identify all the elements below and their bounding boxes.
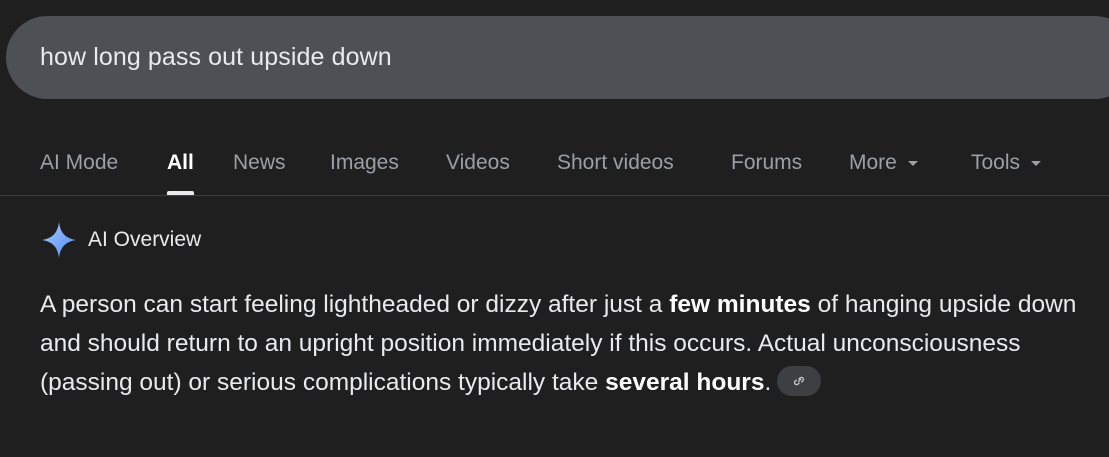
tab-short-videos[interactable]: Short videos (557, 130, 674, 195)
tab-videos[interactable]: Videos (446, 130, 510, 195)
tab-all[interactable]: All (167, 130, 194, 195)
tab-label: Short videos (557, 150, 674, 174)
tab-label: AI Mode (40, 150, 119, 174)
source-link-button[interactable] (777, 365, 822, 396)
tab-ai-mode[interactable]: AI Mode (40, 130, 118, 195)
search-tabs: AI Mode All News Images Videos Short vid… (0, 130, 1109, 196)
chevron-down-icon (1031, 161, 1042, 166)
ai-overview-header: AI Overview (40, 220, 201, 260)
tab-tools[interactable]: Tools (971, 130, 1042, 195)
overview-text-segment: . (764, 369, 772, 396)
ai-overview-title: AI Overview (88, 228, 202, 251)
overview-bold-segment: several hours (605, 369, 765, 396)
tab-forums[interactable]: Forums (731, 130, 802, 195)
search-query-text[interactable]: how long pass out upside down (40, 43, 392, 72)
tab-label: Forums (731, 150, 803, 174)
sparkle-icon (42, 222, 76, 258)
tab-label: More (849, 150, 897, 174)
link-icon (794, 376, 805, 385)
overview-text-segment: A person can start feeling lightheaded o… (40, 291, 670, 318)
tab-news[interactable]: News (233, 130, 286, 195)
tab-more[interactable]: More (849, 130, 918, 195)
tab-label: Videos (446, 150, 510, 174)
tab-label: News (233, 150, 286, 174)
chevron-down-icon (907, 161, 918, 166)
tab-label: Images (330, 150, 399, 174)
search-bar[interactable]: how long pass out upside down (6, 16, 1109, 99)
search-results-page: how long pass out upside down AI Mode Al… (0, 0, 1109, 457)
tab-label: All (167, 150, 194, 174)
ai-overview-text: A person can start feeling lightheaded o… (40, 285, 1080, 402)
tab-label: Tools (971, 150, 1021, 174)
active-tab-indicator (167, 191, 194, 195)
tab-images[interactable]: Images (330, 130, 399, 195)
overview-bold-segment: few minutes (669, 291, 811, 318)
